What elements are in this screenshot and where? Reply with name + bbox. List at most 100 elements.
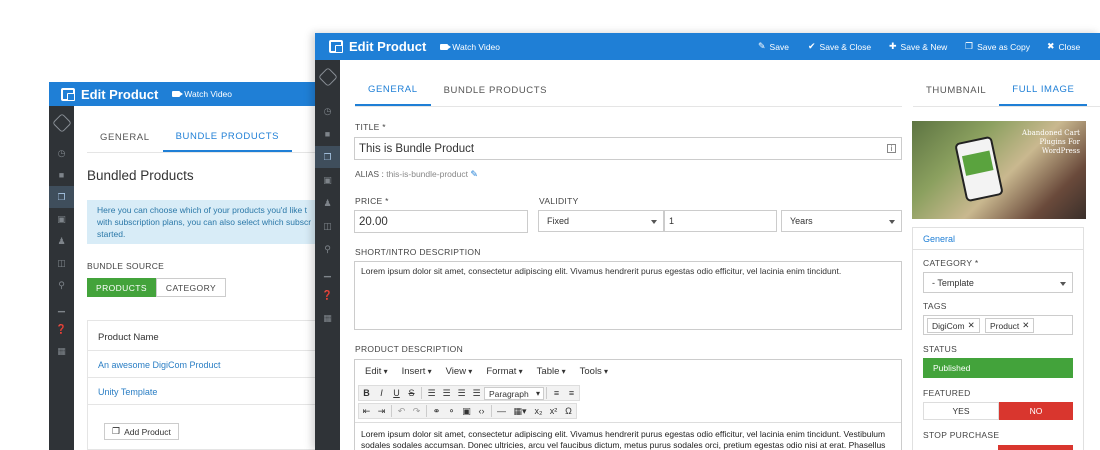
tab-bundle-products[interactable]: BUNDLE PRODUCTS [431, 75, 561, 106]
bullet-list-icon[interactable]: ≡ [549, 388, 564, 398]
sidebar-grid-icon[interactable]: ▦ [315, 307, 340, 329]
close-button[interactable]: ✖ Close [1047, 33, 1080, 60]
price-input[interactable]: 20.00 [354, 210, 528, 233]
validity-unit-select[interactable]: Years [781, 210, 902, 232]
sidebar-key-icon[interactable]: ⚲ [49, 274, 74, 296]
unlink-icon[interactable]: ⚬ [444, 406, 459, 417]
sidebar-dashboard-icon[interactable]: ◷ [49, 142, 74, 164]
tab-general[interactable]: GENERAL [355, 75, 431, 106]
sidebar-users-icon[interactable]: ♟ [49, 230, 74, 252]
align-center-icon[interactable]: ☰ [439, 388, 454, 399]
tab-thumbnail[interactable]: THUMBNAIL [913, 75, 999, 106]
table-row[interactable]: Unity Template [98, 387, 157, 397]
editor-menu-edit[interactable]: Edit [365, 366, 388, 377]
editor-menu-table[interactable]: Table [537, 366, 566, 377]
redo-icon[interactable]: ↷ [409, 406, 424, 417]
featured-label: FEATURED [923, 388, 971, 398]
add-product-button[interactable]: ❐ Add Product [104, 423, 179, 440]
italic-icon[interactable]: I [374, 388, 389, 398]
table-icon[interactable]: ▦▾ [509, 406, 531, 417]
editor-menubar: Edit Insert View Format Table Tools [355, 360, 901, 382]
undo-icon[interactable]: ↶ [394, 406, 409, 417]
outdent-icon[interactable]: ⇤ [359, 406, 374, 417]
general-panel-heading[interactable]: General [913, 228, 1083, 250]
sidebar-folder-icon[interactable]: ■ [49, 164, 74, 186]
category-select[interactable]: - Template [923, 272, 1073, 293]
back-tab-bundle-products[interactable]: BUNDLE PRODUCTS [162, 122, 293, 152]
sidebar-help-icon[interactable]: ❓ [315, 284, 340, 306]
link-icon[interactable]: ⚭ [429, 406, 444, 417]
stop-purchase-no-button[interactable] [998, 445, 1073, 450]
tag-chip[interactable]: Product ✕ [985, 318, 1035, 333]
featured-no-button[interactable]: NO [999, 402, 1073, 420]
editor-menu-view[interactable]: View [446, 366, 473, 377]
sidebar-logo-icon[interactable] [315, 64, 340, 90]
underline-icon[interactable]: U [389, 388, 404, 398]
save-close-button[interactable]: ✔ Save & Close [808, 33, 871, 60]
sidebar-users-icon[interactable]: ♟ [315, 192, 340, 214]
source-category-button[interactable]: CATEGORY [155, 278, 227, 297]
sidebar-key-icon[interactable]: ⚲ [315, 238, 340, 260]
tag-chip[interactable]: DigiCom ✕ [927, 318, 980, 333]
bold-icon[interactable]: B [359, 388, 374, 398]
sidebar-cart-icon[interactable]: ◫ [315, 215, 340, 237]
sidebar-products-icon[interactable]: ❐ [49, 186, 74, 208]
align-right-icon[interactable]: ☰ [454, 388, 469, 399]
table-header-product-name: Product Name [98, 332, 159, 343]
editor-menu-format[interactable]: Format [486, 366, 522, 377]
editor-content[interactable]: Lorem ipsum dolor sit amet, consectetur … [361, 429, 895, 450]
indent-icon[interactable]: ⇥ [374, 406, 389, 417]
sidebar-chart-icon[interactable]: ▁ [49, 296, 74, 318]
sidebar-box-icon[interactable]: ▣ [315, 169, 340, 191]
short-description-textarea[interactable]: Lorem ipsum dolor sit amet, consectetur … [354, 261, 902, 330]
special-character-icon[interactable]: Ω [561, 406, 576, 416]
sidebar-box-icon[interactable]: ▣ [49, 208, 74, 230]
featured-yes-button[interactable]: YES [923, 402, 999, 420]
save-new-button[interactable]: ✚ Save & New [889, 33, 947, 60]
code-icon[interactable]: ‹› [474, 406, 489, 416]
superscript-icon[interactable]: x² [546, 406, 561, 416]
sidebar-folder-icon[interactable]: ■ [315, 123, 340, 145]
language-icon[interactable]: i [887, 144, 896, 153]
image-icon[interactable]: ▣ [459, 406, 474, 417]
sidebar-cart-icon[interactable]: ◫ [49, 252, 74, 274]
numbered-list-icon[interactable]: ≡ [564, 388, 579, 398]
product-image[interactable]: Abandoned Cart Plugins For WordPress [912, 121, 1086, 219]
sidebar-dashboard-icon[interactable]: ◷ [315, 100, 340, 122]
front-watch-video-link[interactable]: Watch Video [440, 42, 500, 52]
table-row[interactable]: An awesome DigiCom Product [98, 360, 221, 370]
video-camera-icon [172, 91, 184, 97]
format-select[interactable]: Paragraph [484, 386, 544, 400]
source-products-button[interactable]: PRODUCTS [87, 278, 156, 297]
align-justify-icon[interactable]: ☰ [469, 388, 484, 399]
editor-menu-tools[interactable]: Tools [580, 366, 608, 377]
sidebar-products-icon[interactable]: ❐ [315, 146, 340, 168]
tab-full-image[interactable]: FULL IMAGE [999, 75, 1088, 106]
sidebar-grid-icon[interactable]: ▦ [49, 340, 74, 362]
editor-menu-insert[interactable]: Insert [402, 366, 432, 377]
validity-label: VALIDITY [539, 196, 579, 206]
subscript-icon[interactable]: x₂ [531, 406, 546, 416]
digicom-logo-icon [329, 40, 343, 53]
back-window-title: Edit Product [81, 86, 159, 102]
validity-type-select[interactable]: Fixed [538, 210, 664, 232]
align-left-icon[interactable]: ☰ [424, 388, 439, 399]
tags-input[interactable]: DigiCom ✕ Product ✕ [923, 315, 1073, 335]
save-as-copy-button[interactable]: ❐ Save as Copy [965, 33, 1030, 60]
validity-amount-input[interactable]: 1 [664, 210, 777, 232]
title-input[interactable]: This is Bundle Product i [354, 137, 902, 160]
strikethrough-icon[interactable]: S [404, 388, 419, 398]
sidebar-help-icon[interactable]: ❓ [49, 318, 74, 340]
product-description-label: PRODUCT DESCRIPTION [355, 344, 464, 354]
sidebar-logo-icon[interactable] [49, 110, 74, 136]
sidebar-chart-icon[interactable]: ▁ [315, 261, 340, 283]
back-tab-general[interactable]: GENERAL [87, 122, 163, 152]
back-tab-divider [87, 152, 319, 153]
horizontal-rule-icon[interactable]: — [494, 406, 509, 416]
status-select[interactable]: Published [923, 358, 1073, 378]
back-watch-video-link[interactable]: Watch Video [172, 89, 232, 99]
edit-alias-icon[interactable]: ✎ [470, 169, 478, 179]
editor-toolbar-row-2: ⇤ ⇥ ↶ ↷ ⚭ ⚬ ▣ ‹› — ▦▾ x₂ x² Ω [358, 403, 577, 419]
remove-tag-icon: ✕ [1022, 320, 1030, 330]
save-button[interactable]: ✎ Save [758, 33, 789, 60]
